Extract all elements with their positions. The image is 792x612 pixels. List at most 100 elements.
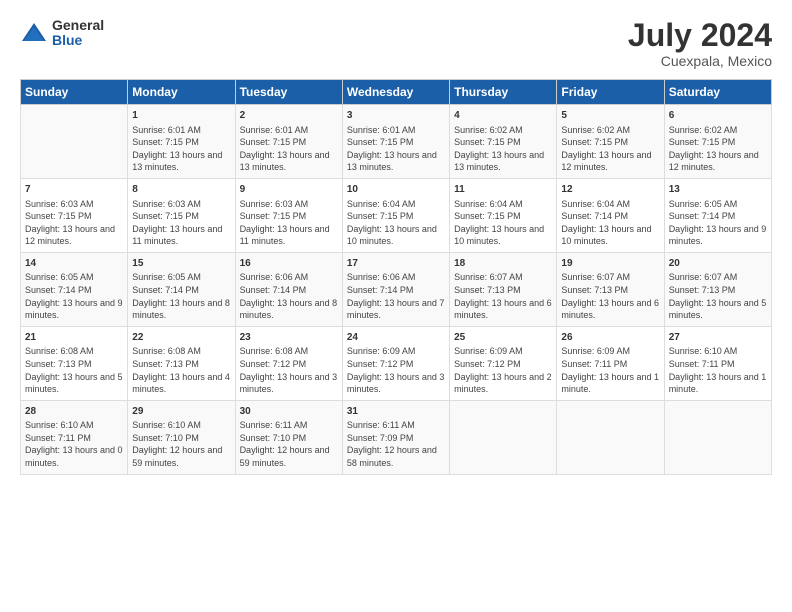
calendar-cell: 15Sunrise: 6:05 AMSunset: 7:14 PMDayligh… (128, 252, 235, 326)
day-number: 5 (561, 109, 659, 123)
column-header-wednesday: Wednesday (342, 80, 449, 105)
cell-info: Sunrise: 6:01 AMSunset: 7:15 PMDaylight:… (132, 124, 230, 174)
column-header-saturday: Saturday (664, 80, 771, 105)
calendar-table: SundayMondayTuesdayWednesdayThursdayFrid… (20, 79, 772, 474)
column-header-sunday: Sunday (21, 80, 128, 105)
calendar-cell: 7Sunrise: 6:03 AMSunset: 7:15 PMDaylight… (21, 179, 128, 253)
day-number: 18 (454, 257, 552, 271)
logo-general-text: General (52, 18, 104, 33)
day-number: 20 (669, 257, 767, 271)
cell-info: Sunrise: 6:03 AMSunset: 7:15 PMDaylight:… (240, 198, 338, 248)
cell-info: Sunrise: 6:05 AMSunset: 7:14 PMDaylight:… (669, 198, 767, 248)
calendar-cell: 20Sunrise: 6:07 AMSunset: 7:13 PMDayligh… (664, 252, 771, 326)
day-number: 30 (240, 405, 338, 419)
cell-info: Sunrise: 6:04 AMSunset: 7:15 PMDaylight:… (347, 198, 445, 248)
calendar-cell: 28Sunrise: 6:10 AMSunset: 7:11 PMDayligh… (21, 400, 128, 474)
day-number: 23 (240, 331, 338, 345)
cell-info: Sunrise: 6:10 AMSunset: 7:11 PMDaylight:… (669, 345, 767, 395)
calendar-cell: 17Sunrise: 6:06 AMSunset: 7:14 PMDayligh… (342, 252, 449, 326)
week-row-2: 7 Sunrise: 6:03 AMSunset: 7:15 PMDaylight… (21, 179, 772, 253)
cell-info: Sunrise: 6:02 AMSunset: 7:15 PMDaylight:… (669, 124, 767, 174)
cell-info: Sunrise: 6:10 AMSunset: 7:11 PMDaylight:… (25, 419, 123, 469)
cell-info: Sunrise: 6:11 AMSunset: 7:10 PMDaylight:… (240, 419, 338, 469)
cell-info: Sunrise: 6:01 AMSunset: 7:15 PMDaylight:… (347, 124, 445, 174)
day-number: 25 (454, 331, 552, 345)
logo-icon (20, 19, 48, 47)
week-row-5: 28Sunrise: 6:10 AMSunset: 7:11 PMDayligh… (21, 400, 772, 474)
calendar-cell: 2Sunrise: 6:01 AMSunset: 7:15 PMDaylight… (235, 105, 342, 179)
header: General Blue July 2024 Cuexpala, Mexico (20, 18, 772, 69)
cell-info: Sunrise: 6:07 AMSunset: 7:13 PMDaylight:… (561, 271, 659, 321)
day-number: 9 (240, 183, 338, 197)
day-number: 4 (454, 109, 552, 123)
calendar-cell: 4Sunrise: 6:02 AMSunset: 7:15 PMDaylight… (450, 105, 557, 179)
cell-info: Sunrise: 6:02 AMSunset: 7:15 PMDaylight:… (561, 124, 659, 174)
cell-info: Sunrise: 6:03 AMSunset: 7:15 PMDaylight:… (132, 198, 230, 248)
cell-info: Sunrise: 6:04 AMSunset: 7:14 PMDaylight:… (561, 198, 659, 248)
week-row-3: 14Sunrise: 6:05 AMSunset: 7:14 PMDayligh… (21, 252, 772, 326)
day-number: 11 (454, 183, 552, 197)
calendar-cell: 14Sunrise: 6:05 AMSunset: 7:14 PMDayligh… (21, 252, 128, 326)
calendar-cell (21, 105, 128, 179)
day-number: 16 (240, 257, 338, 271)
day-number: 6 (669, 109, 767, 123)
calendar-cell: 22Sunrise: 6:08 AMSunset: 7:13 PMDayligh… (128, 326, 235, 400)
calendar-cell: 23Sunrise: 6:08 AMSunset: 7:12 PMDayligh… (235, 326, 342, 400)
calendar-cell: 21Sunrise: 6:08 AMSunset: 7:13 PMDayligh… (21, 326, 128, 400)
cell-info: Sunrise: 6:02 AMSunset: 7:15 PMDaylight:… (454, 124, 552, 174)
title-block: July 2024 Cuexpala, Mexico (628, 18, 772, 69)
calendar-cell: 5Sunrise: 6:02 AMSunset: 7:15 PMDaylight… (557, 105, 664, 179)
cell-info: Sunrise: 6:10 AMSunset: 7:10 PMDaylight:… (132, 419, 230, 469)
day-number: 13 (669, 183, 767, 197)
calendar-cell: 9Sunrise: 6:03 AMSunset: 7:15 PMDaylight… (235, 179, 342, 253)
calendar-cell: 30Sunrise: 6:11 AMSunset: 7:10 PMDayligh… (235, 400, 342, 474)
calendar-cell: 31Sunrise: 6:11 AMSunset: 7:09 PMDayligh… (342, 400, 449, 474)
day-number: 26 (561, 331, 659, 345)
day-number: 14 (25, 257, 123, 271)
calendar-cell: 6Sunrise: 6:02 AMSunset: 7:15 PMDaylight… (664, 105, 771, 179)
day-number: 27 (669, 331, 767, 345)
cell-info: Sunrise: 6:05 AMSunset: 7:14 PMDaylight:… (132, 271, 230, 321)
calendar-cell: 24Sunrise: 6:09 AMSunset: 7:12 PMDayligh… (342, 326, 449, 400)
calendar-cell: 8Sunrise: 6:03 AMSunset: 7:15 PMDaylight… (128, 179, 235, 253)
calendar-cell: 18Sunrise: 6:07 AMSunset: 7:13 PMDayligh… (450, 252, 557, 326)
calendar-cell: 11Sunrise: 6:04 AMSunset: 7:15 PMDayligh… (450, 179, 557, 253)
column-header-monday: Monday (128, 80, 235, 105)
cell-info: Sunrise: 6:06 AMSunset: 7:14 PMDaylight:… (347, 271, 445, 321)
day-number: 10 (347, 183, 445, 197)
week-row-4: 21Sunrise: 6:08 AMSunset: 7:13 PMDayligh… (21, 326, 772, 400)
page: General Blue July 2024 Cuexpala, Mexico … (0, 0, 792, 612)
calendar-cell (450, 400, 557, 474)
day-number: 2 (240, 109, 338, 123)
cell-info: Sunrise: 6:08 AMSunset: 7:13 PMDaylight:… (132, 345, 230, 395)
calendar-cell: 25Sunrise: 6:09 AMSunset: 7:12 PMDayligh… (450, 326, 557, 400)
logo: General Blue (20, 18, 104, 49)
day-number: 15 (132, 257, 230, 271)
cell-info: Sunrise: 6:09 AMSunset: 7:12 PMDaylight:… (454, 345, 552, 395)
calendar-header-row: SundayMondayTuesdayWednesdayThursdayFrid… (21, 80, 772, 105)
cell-info: Sunrise: 6:09 AMSunset: 7:11 PMDaylight:… (561, 345, 659, 395)
cell-info: Sunrise: 6:05 AMSunset: 7:14 PMDaylight:… (25, 271, 123, 321)
day-number: 29 (132, 405, 230, 419)
week-row-1: 1Sunrise: 6:01 AMSunset: 7:15 PMDaylight… (21, 105, 772, 179)
logo-blue-text: Blue (52, 33, 104, 48)
day-number: 7 (25, 183, 123, 197)
day-number: 19 (561, 257, 659, 271)
day-number: 21 (25, 331, 123, 345)
calendar-cell: 27Sunrise: 6:10 AMSunset: 7:11 PMDayligh… (664, 326, 771, 400)
cell-info: Sunrise: 6:06 AMSunset: 7:14 PMDaylight:… (240, 271, 338, 321)
day-number: 31 (347, 405, 445, 419)
calendar-cell: 12Sunrise: 6:04 AMSunset: 7:14 PMDayligh… (557, 179, 664, 253)
cell-info: Sunrise: 6:04 AMSunset: 7:15 PMDaylight:… (454, 198, 552, 248)
day-number: 12 (561, 183, 659, 197)
day-number: 24 (347, 331, 445, 345)
day-number: 8 (132, 183, 230, 197)
cell-info: Sunrise: 6:09 AMSunset: 7:12 PMDaylight:… (347, 345, 445, 395)
day-number: 3 (347, 109, 445, 123)
subtitle: Cuexpala, Mexico (628, 53, 772, 69)
calendar-cell: 29Sunrise: 6:10 AMSunset: 7:10 PMDayligh… (128, 400, 235, 474)
cell-info: Sunrise: 6:07 AMSunset: 7:13 PMDaylight:… (454, 271, 552, 321)
cell-info: Sunrise: 6:08 AMSunset: 7:13 PMDaylight:… (25, 345, 123, 395)
calendar-cell: 26Sunrise: 6:09 AMSunset: 7:11 PMDayligh… (557, 326, 664, 400)
column-header-thursday: Thursday (450, 80, 557, 105)
